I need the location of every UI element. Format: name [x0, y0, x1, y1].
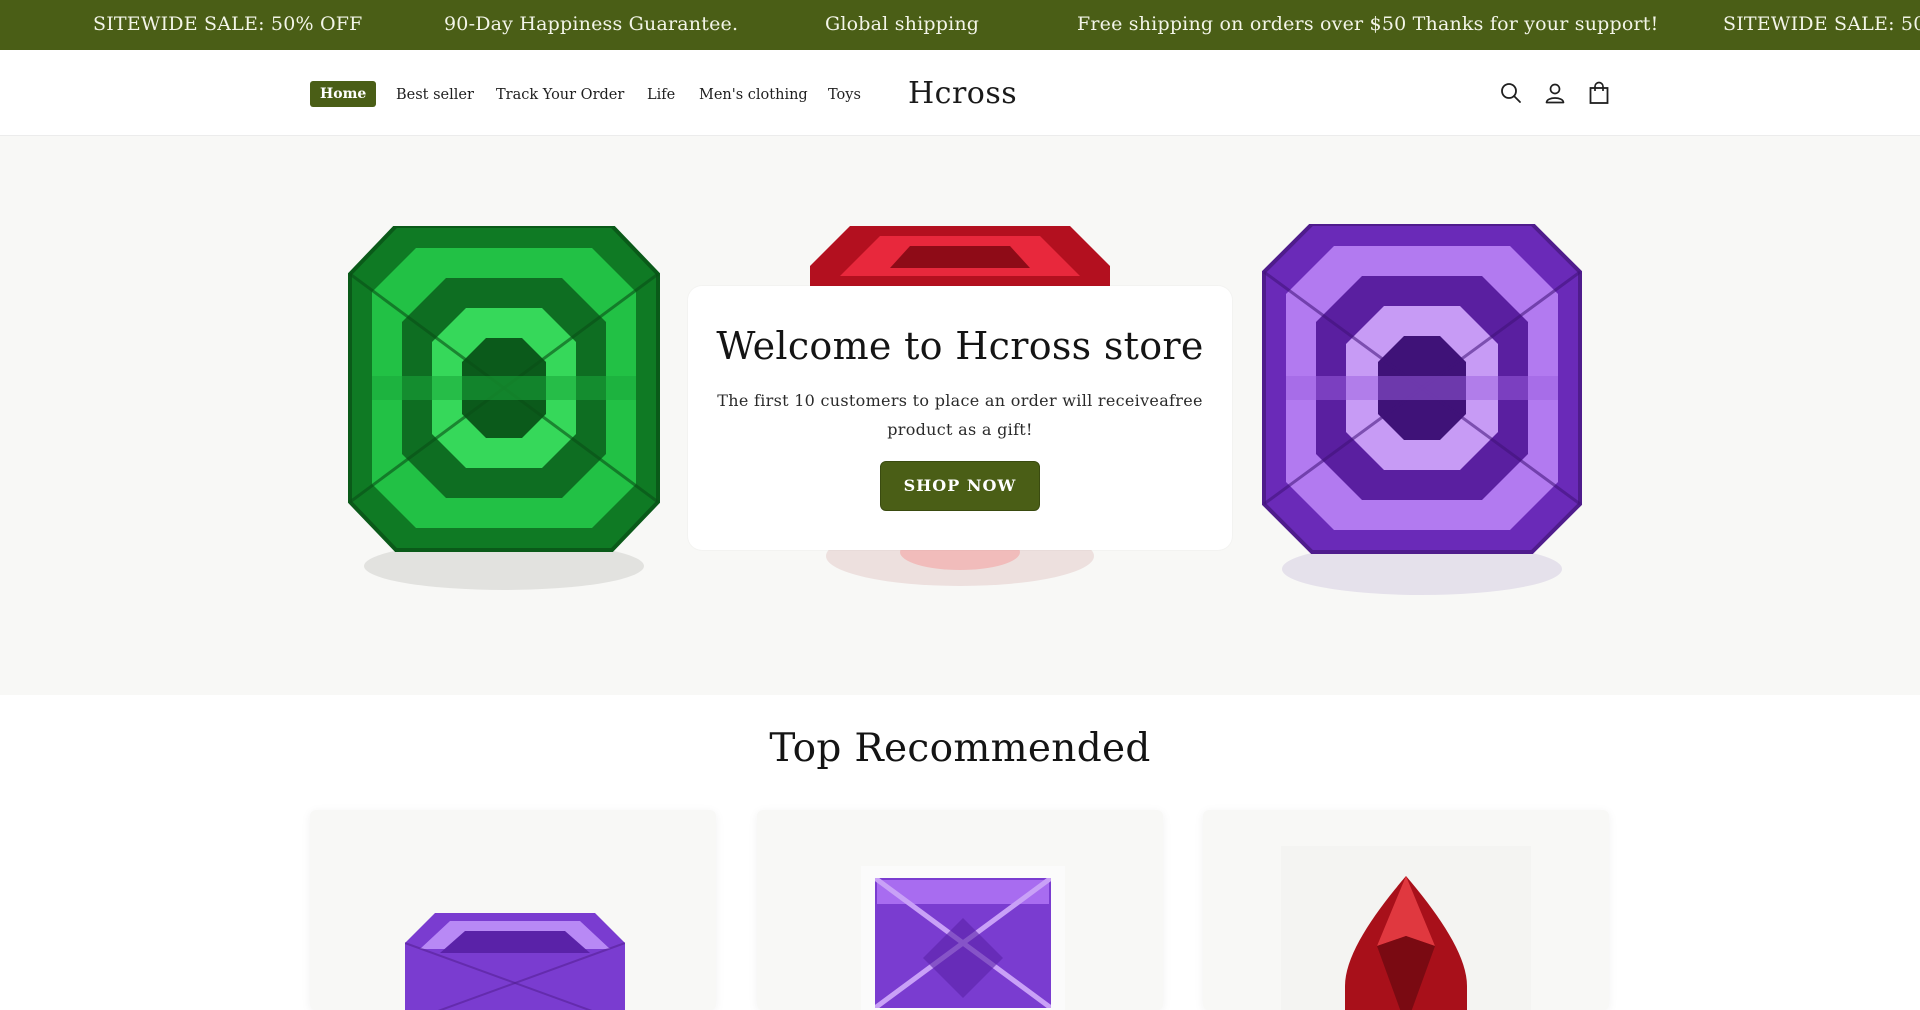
announcement-item: Free shipping on orders over $50 Thanks … [1077, 13, 1659, 35]
announcement-item: 90-Day Happiness Guarantee. [444, 13, 739, 35]
nav-item-life[interactable]: Life [647, 82, 675, 108]
account-icon[interactable] [1541, 79, 1569, 107]
nav-item-best-seller[interactable]: Best seller [396, 82, 474, 108]
purple-gem-product-image [405, 913, 625, 1010]
announcement-item: SITEWIDE SALE: 50% [1723, 13, 1920, 35]
announcement-bar: SITEWIDE SALE: 50% OFF 90-Day Happiness … [0, 0, 1920, 50]
cart-icon[interactable] [1585, 79, 1613, 107]
purple-gem-image [1262, 224, 1582, 595]
search-icon[interactable] [1497, 79, 1525, 107]
nav-item-track-order[interactable]: Track Your Order [496, 82, 624, 108]
shop-now-button[interactable]: SHOP NOW [880, 461, 1040, 511]
purple-gem-product-image [875, 878, 1051, 1008]
announcement-item: Global shipping [825, 13, 980, 35]
hero-banner: Welcome to Hcross store The first 10 cus… [0, 136, 1920, 695]
red-gem-product-image [1345, 876, 1467, 1010]
nav-item-home[interactable]: Home [310, 81, 377, 107]
site-header: Home Best seller Track Your Order Life M… [0, 50, 1920, 136]
product-card[interactable] [757, 810, 1163, 1010]
hero-subtitle: The first 10 customers to place an order… [717, 391, 1203, 439]
announcement-item: SITEWIDE SALE: 50% OFF [93, 13, 363, 35]
product-card[interactable] [1203, 810, 1609, 1010]
brand-logo[interactable]: Hcross [908, 72, 1017, 116]
nav-item-toys[interactable]: Toys [828, 82, 861, 108]
product-card[interactable] [310, 810, 716, 1010]
nav-item-mens-clothing[interactable]: Men's clothing [699, 82, 808, 108]
green-gem-image [348, 226, 660, 590]
section-title: Top Recommended [769, 726, 1151, 771]
hero-content-card: Welcome to Hcross store The first 10 cus… [688, 286, 1232, 550]
hero-title: Welcome to Hcross store [716, 324, 1204, 368]
